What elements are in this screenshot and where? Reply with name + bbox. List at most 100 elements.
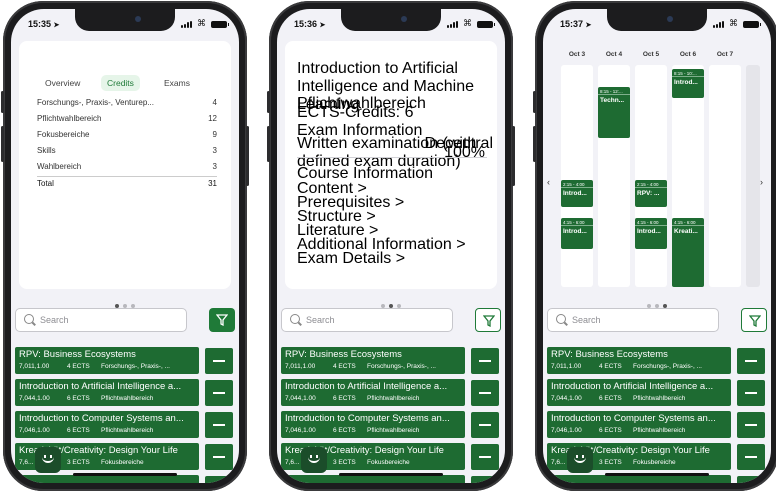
segment-tabs: Overview Credits Exams	[19, 75, 231, 91]
filter-icon	[483, 315, 495, 327]
search-input[interactable]: Search	[281, 308, 453, 332]
remove-course-button[interactable]	[471, 444, 499, 470]
status-time: 15:35 ➤	[28, 19, 60, 29]
location-arrow-icon: ➤	[319, 22, 326, 29]
calendar-day-header: Oct 3	[568, 51, 586, 58]
phone-frame-1: 15:35 ➤ ⌘ Overview Credits Exams Forschu…	[1, 1, 249, 491]
search-icon	[556, 314, 566, 324]
remove-course-button[interactable]	[737, 412, 765, 438]
calendar-event[interactable]: 4:15 - 6:00 Introd...	[635, 218, 667, 249]
calendar-event[interactable]: 4:15 - 6:00 Introd...	[561, 218, 593, 249]
tab-exams[interactable]: Exams	[158, 75, 196, 91]
chevron-left-icon[interactable]: ‹	[547, 177, 550, 187]
calendar-day-column: 2:15 - 4:00 RPV: ... 4:15 - 6:00 Introd...	[635, 65, 667, 287]
exam-percentage: 100%	[444, 144, 485, 161]
calendar-event[interactable]: 8:15 - 12:... Techn...	[598, 87, 630, 138]
course-item[interactable]: Introduction to Computer Systems an... 7,…	[281, 411, 465, 438]
event-name: Introd...	[563, 228, 587, 235]
event-time: 2:15 - 4:00	[561, 180, 593, 188]
course-item[interactable]: Introduction to Computer Systems an... 7,…	[15, 411, 199, 438]
search-input[interactable]: Search	[15, 308, 187, 332]
home-indicator	[73, 473, 177, 476]
page-indicator[interactable]	[543, 295, 771, 308]
remove-course-button[interactable]	[471, 412, 499, 438]
event-time: 4:15 - 6:00	[561, 218, 593, 226]
credit-row: Fokusbereiche 9	[37, 130, 217, 139]
course-item[interactable]: RPV: Business Ecosystems 7,011,1.00 4 ECTS…	[281, 347, 465, 374]
filter-button[interactable]	[475, 308, 501, 332]
tab-overview[interactable]: Overview	[39, 75, 86, 91]
remove-course-button[interactable]	[471, 476, 499, 483]
link-exam-details[interactable]: Exam Details >	[297, 250, 489, 268]
calendar-event[interactable]: 2:15 - 4:00 RPV: ...	[635, 180, 667, 207]
course-item[interactable]: RPV: Business Ecosystems 7,011,1.00 4 ECTS…	[15, 347, 199, 374]
calendar-day-header: Oct 4	[605, 51, 623, 58]
credit-row: Pflichtwahlbereich 12	[37, 114, 217, 123]
chatbot-button[interactable]	[567, 447, 593, 473]
battery-icon	[743, 21, 761, 28]
remove-course-button[interactable]	[205, 348, 233, 374]
filter-button[interactable]	[209, 308, 235, 332]
course-item[interactable]	[281, 475, 465, 483]
location-arrow-icon: ➤	[53, 22, 60, 29]
event-time: 8:15 - 10:...	[672, 69, 704, 77]
filter-button[interactable]	[741, 308, 767, 332]
credit-row: Skills 3	[37, 146, 217, 155]
event-name: Techn...	[600, 97, 625, 104]
remove-course-button[interactable]	[205, 444, 233, 470]
signal-icon	[447, 21, 459, 28]
home-indicator	[605, 473, 709, 476]
notch	[607, 9, 707, 31]
phone-frame-3: 15:37 ➤ ⌘ ‹ › Oct 3 2:15 - 4:00 Introd... 4…	[533, 1, 776, 491]
course-item[interactable]: Introduction to Artificial Intelligence …	[15, 379, 199, 406]
chevron-right-icon[interactable]: ›	[760, 177, 763, 187]
course-item[interactable]: RPV: Business Ecosystems 7,011,1.00 4 ECTS…	[547, 347, 731, 374]
page-indicator[interactable]	[11, 295, 239, 308]
filter-icon	[216, 314, 228, 326]
course-item[interactable]: Introduction to Artificial Intelligence …	[281, 379, 465, 406]
course-item[interactable]	[15, 475, 199, 483]
calendar-day-column	[746, 65, 760, 287]
chatbot-button[interactable]	[301, 447, 327, 473]
calendar-day-header: Oct 5	[642, 51, 660, 58]
credits-card: Overview Credits Exams Forschungs-, Prax…	[19, 41, 231, 289]
course-item[interactable]: Introduction to Computer Systems an... 7,…	[547, 411, 731, 438]
battery-icon	[477, 21, 495, 28]
signal-icon	[713, 21, 725, 28]
calendar-event[interactable]: 4:15 - 6:00 Kreati...	[672, 218, 704, 287]
course-item[interactable]: Introduction to Artificial Intelligence …	[547, 379, 731, 406]
calendar-day-header: Oct 7	[716, 51, 734, 58]
course-item[interactable]	[547, 475, 731, 483]
remove-course-button[interactable]	[205, 380, 233, 406]
divider	[297, 157, 487, 158]
event-time: 4:15 - 6:00	[635, 218, 667, 226]
wifi-icon: ⌘	[197, 18, 206, 28]
phone-frame-2: 15:36 ➤ ⌘ Introduction to Artificial Int…	[267, 1, 515, 491]
remove-course-button[interactable]	[737, 348, 765, 374]
location-arrow-icon: ➤	[585, 22, 592, 29]
week-calendar: ‹ › Oct 3 2:15 - 4:00 Introd... 4:15 - 6:00…	[543, 37, 771, 289]
home-indicator	[339, 473, 443, 476]
remove-course-button[interactable]	[471, 348, 499, 374]
tab-credits[interactable]: Credits	[101, 75, 140, 91]
calendar-event[interactable]: 2:15 - 4:00 Introd...	[561, 180, 593, 207]
remove-course-button[interactable]	[737, 476, 765, 483]
screen-2: 15:36 ➤ ⌘ Introduction to Artificial Int…	[277, 9, 505, 483]
calendar-day-column: 8:15 - 10:... Introd... 4:15 - 6:00 Kreati.…	[672, 65, 704, 287]
page-indicator[interactable]	[277, 295, 505, 308]
calendar-day-column	[709, 65, 741, 287]
notch	[75, 9, 175, 31]
remove-course-button[interactable]	[737, 444, 765, 470]
remove-course-button[interactable]	[205, 412, 233, 438]
remove-course-button[interactable]	[471, 380, 499, 406]
course-detail-card: Introduction to Artificial Intelligence …	[285, 41, 497, 289]
event-name: RPV: ...	[637, 190, 660, 197]
event-name: Introd...	[563, 190, 587, 197]
credit-row: Wahlbereich 3	[37, 162, 217, 171]
remove-course-button[interactable]	[205, 476, 233, 483]
event-name: Kreati...	[674, 228, 698, 235]
calendar-event[interactable]: 8:15 - 10:... Introd...	[672, 69, 704, 98]
search-input[interactable]: Search	[547, 308, 719, 332]
chatbot-button[interactable]	[35, 447, 61, 473]
remove-course-button[interactable]	[737, 380, 765, 406]
